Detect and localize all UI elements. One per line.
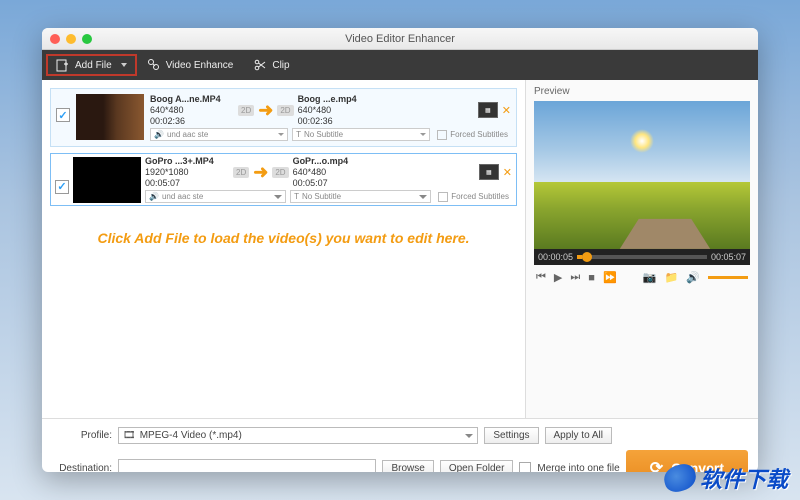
apply-all-button[interactable]: Apply to All (545, 427, 612, 444)
browse-button[interactable]: Browse (382, 460, 433, 473)
dst-resolution: 640*480 (298, 105, 382, 115)
next-button[interactable]: ⏭ (570, 271, 580, 284)
audio-select[interactable]: 🔊und aac ste (145, 190, 286, 203)
file-checkbox[interactable] (55, 180, 69, 194)
refresh-icon: ⟳ (650, 458, 663, 472)
profile-icon[interactable]: ▦ (478, 102, 498, 118)
folder-button[interactable]: 📁 (665, 271, 679, 284)
src-resolution: 1920*1080 (145, 167, 229, 177)
titlebar: Video Editor Enhancer (42, 28, 758, 50)
forced-sub-checkbox[interactable]: Forced Subtitles (435, 190, 512, 203)
subtitle-select[interactable]: TNo Subtitle (290, 190, 431, 203)
add-file-label: Add File (75, 60, 112, 71)
2d-badge: 2D (272, 167, 288, 178)
remove-button[interactable]: ✕ (502, 104, 511, 117)
video-enhance-button[interactable]: Video Enhance (137, 54, 244, 76)
preview-label: Preview (534, 86, 750, 97)
2d-badge: 2D (238, 105, 254, 116)
settings-button[interactable]: Settings (484, 427, 538, 444)
speaker-icon: 🔊 (149, 192, 159, 201)
subtitle-icon: T (294, 192, 299, 201)
merge-checkbox[interactable] (519, 462, 531, 472)
remove-button[interactable]: ✕ (503, 166, 512, 179)
snapshot-button[interactable]: 📷 (643, 271, 657, 284)
src-resolution: 640*480 (150, 105, 234, 115)
chevron-down-icon (121, 63, 127, 67)
src-filename: Boog A...ne.MP4 (150, 94, 234, 104)
src-filename: GoPro ...3+.MP4 (145, 156, 229, 166)
forced-sub-checkbox[interactable]: Forced Subtitles (434, 128, 511, 141)
file-item[interactable]: Boog A...ne.MP4 640*480 00:02:36 2D ➜ 2D… (50, 88, 517, 147)
bottom-bar: Profile: 🎞 MPEG-4 Video (*.mp4) Settings… (42, 418, 758, 472)
src-duration: 00:02:36 (150, 116, 234, 126)
speaker-icon: 🔊 (154, 130, 164, 139)
watermark: 软件下载 (664, 462, 788, 494)
volume-icon[interactable]: 🔊 (686, 271, 700, 284)
volume-slider[interactable] (708, 276, 748, 279)
file-thumbnail[interactable] (76, 94, 144, 140)
preview-video[interactable] (534, 101, 750, 249)
seek-slider[interactable] (577, 255, 707, 259)
time-total: 00:05:07 (711, 252, 746, 262)
stop-button[interactable]: ■ (588, 272, 595, 284)
profile-icon[interactable]: ▦ (479, 164, 499, 180)
dst-duration: 00:02:36 (298, 116, 382, 126)
file-list: Boog A...ne.MP4 640*480 00:02:36 2D ➜ 2D… (50, 88, 517, 410)
dst-filename: GoPr...o.mp4 (293, 156, 377, 166)
audio-select[interactable]: 🔊und aac ste (150, 128, 288, 141)
film-icon: 🎞 (123, 430, 136, 441)
prev-button[interactable]: ⏮ (536, 271, 546, 284)
preview-panel: Preview 00:00:05 00:05:07 ⏮ ▶ ⏭ ■ ⏩ 📷 📁 (526, 80, 758, 418)
toolbar: Add File Video Enhance Clip (42, 50, 758, 80)
add-file-button[interactable]: Add File (46, 54, 137, 76)
hint-text: Click Add File to load the video(s) you … (50, 212, 517, 264)
enhance-icon (147, 58, 161, 72)
src-duration: 00:05:07 (145, 178, 229, 188)
arrow-right-icon: ➜ (253, 162, 268, 183)
clip-label: Clip (272, 60, 289, 71)
dragon-icon (661, 461, 699, 494)
2d-badge: 2D (233, 167, 249, 178)
time-current: 00:00:05 (538, 252, 573, 262)
dst-duration: 00:05:07 (293, 178, 377, 188)
dst-filename: Boog ...e.mp4 (298, 94, 382, 104)
subtitle-select[interactable]: TNo Subtitle (292, 128, 430, 141)
window-title: Video Editor Enhancer (42, 33, 758, 45)
destination-label: Destination: (52, 463, 112, 473)
add-file-icon (56, 58, 70, 72)
app-window: Video Editor Enhancer Add File Video Enh… (42, 28, 758, 472)
file-item[interactable]: GoPro ...3+.MP4 1920*1080 00:05:07 2D ➜ … (50, 153, 517, 206)
file-checkbox[interactable] (56, 108, 70, 122)
subtitle-icon: T (296, 130, 301, 139)
open-folder-button[interactable]: Open Folder (440, 460, 514, 473)
file-panel: Boog A...ne.MP4 640*480 00:02:36 2D ➜ 2D… (42, 80, 526, 418)
2d-badge: 2D (277, 105, 293, 116)
clip-button[interactable]: Clip (243, 54, 299, 76)
profile-select[interactable]: 🎞 MPEG-4 Video (*.mp4) (118, 427, 478, 444)
merge-label: Merge into one file (537, 463, 619, 473)
fast-forward-button[interactable]: ⏩ (603, 271, 617, 284)
destination-input[interactable] (118, 459, 376, 472)
profile-label: Profile: (52, 430, 112, 441)
scissors-icon (253, 58, 267, 72)
arrow-right-icon: ➜ (258, 100, 273, 121)
video-enhance-label: Video Enhance (166, 60, 234, 71)
file-thumbnail[interactable] (73, 157, 141, 203)
time-bar: 00:00:05 00:05:07 (534, 249, 750, 265)
dst-resolution: 640*480 (293, 167, 377, 177)
play-button[interactable]: ▶ (554, 271, 562, 284)
